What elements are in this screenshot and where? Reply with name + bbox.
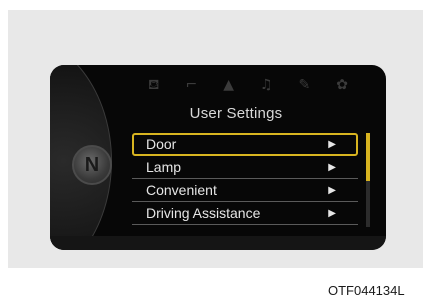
chevron-right-icon: ▶ (328, 185, 336, 196)
settings-menu: Door ▶ Lamp ▶ Convenient ▶ Driving Assis… (132, 133, 358, 225)
bottom-strip (50, 236, 386, 250)
gear-indicator: N (72, 145, 112, 185)
menu-item-label: Door (146, 136, 177, 152)
gear-icon[interactable]: ✿ (336, 77, 348, 93)
category-icons: ⛾ ⌐ ▲ ♫ ✎ ✿ (148, 77, 348, 93)
door-icon[interactable]: ⌐ (185, 77, 197, 93)
seat-icon[interactable]: ⛾ (148, 77, 159, 93)
chevron-right-icon: ▶ (328, 139, 336, 150)
menu-item-driving-assistance[interactable]: Driving Assistance ▶ (132, 202, 358, 225)
menu-item-label: Lamp (146, 159, 182, 175)
scrollbar-thumb[interactable] (366, 133, 370, 181)
figure-frame: N ⛾ ⌐ ▲ ♫ ✎ ✿ User Settings Door ▶ Lamp … (8, 10, 423, 268)
menu-scrollbar[interactable] (366, 133, 370, 227)
menu-item-convenient[interactable]: Convenient ▶ (132, 179, 358, 202)
wrench-icon[interactable]: ✎ (299, 77, 311, 93)
page-title: User Settings (189, 105, 283, 122)
chevron-right-icon: ▶ (328, 208, 336, 219)
figure-caption: OTF044134L (328, 283, 405, 298)
car-icon[interactable]: ▲ (223, 77, 234, 93)
menu-item-door[interactable]: Door ▶ (132, 133, 358, 156)
menu-item-label: Driving Assistance (146, 205, 261, 221)
menu-item-lamp[interactable]: Lamp ▶ (132, 156, 358, 179)
music-icon[interactable]: ♫ (260, 77, 273, 93)
chevron-right-icon: ▶ (328, 162, 336, 173)
menu-item-label: Convenient (146, 182, 217, 198)
cluster-display: N ⛾ ⌐ ▲ ♫ ✎ ✿ User Settings Door ▶ Lamp … (50, 65, 386, 250)
